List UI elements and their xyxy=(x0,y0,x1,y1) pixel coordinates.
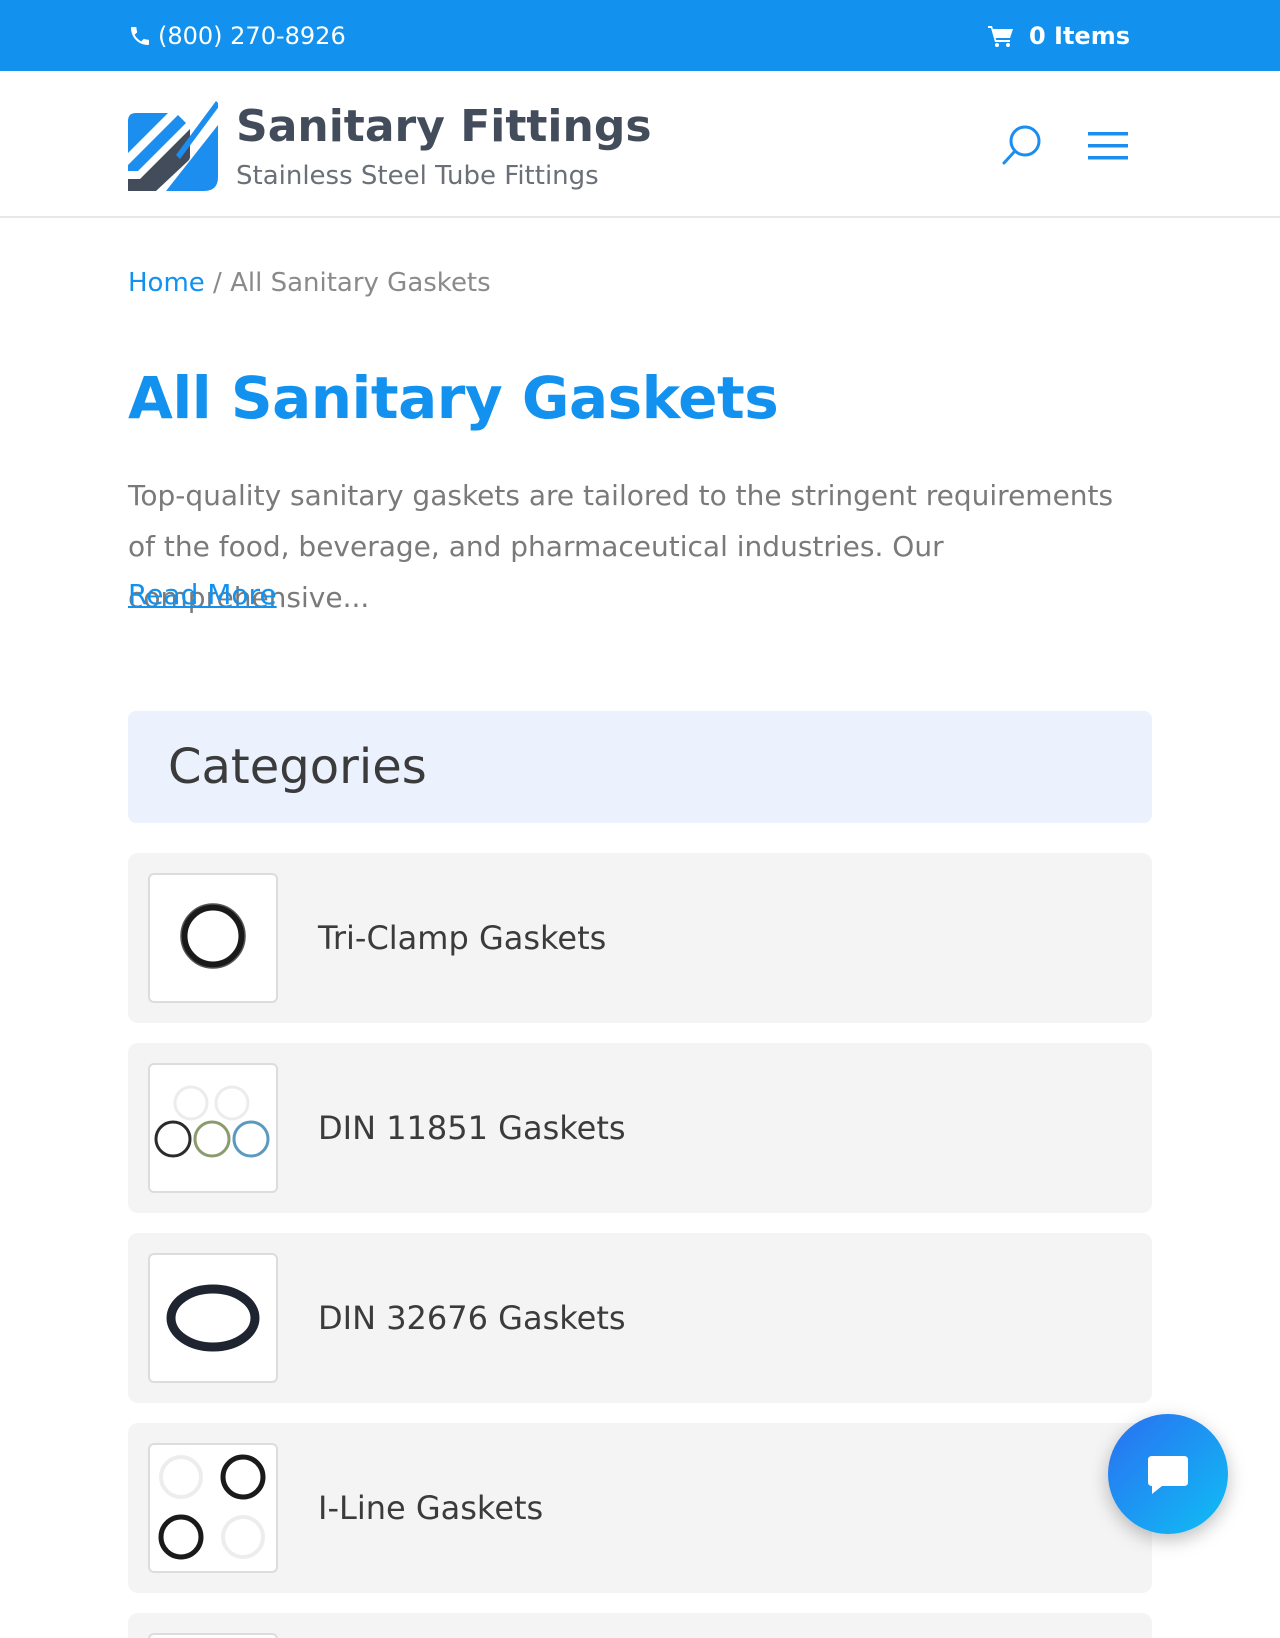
phone-link[interactable]: (800) 270-8926 xyxy=(128,0,346,71)
category-thumbnail[interactable] xyxy=(148,1443,278,1573)
breadcrumb: Home / All Sanitary Gaskets xyxy=(128,268,491,298)
category-thumbnail[interactable] xyxy=(148,1253,278,1383)
brand-tagline: Stainless Steel Tube Fittings xyxy=(236,161,599,191)
logo-icon[interactable] xyxy=(128,95,218,191)
category-thumbnail[interactable] xyxy=(148,1633,278,1638)
categories-heading: Categories xyxy=(168,739,427,795)
read-more-link[interactable]: Read More xyxy=(128,578,277,611)
category-item-din-11851[interactable]: DIN 11851 Gaskets xyxy=(128,1043,1152,1213)
breadcrumb-home[interactable]: Home xyxy=(128,268,205,298)
search-icon[interactable] xyxy=(1000,123,1044,167)
phone-number[interactable]: (800) 270-8926 xyxy=(158,22,346,50)
category-item-partial[interactable] xyxy=(128,1613,1152,1638)
brand-name[interactable]: Sanitary Fittings xyxy=(236,101,652,152)
chat-button[interactable] xyxy=(1108,1414,1228,1534)
category-label[interactable]: Tri-Clamp Gaskets xyxy=(318,853,606,1023)
multicolor-o-rings-icon xyxy=(154,1085,270,1158)
shopping-cart-icon xyxy=(987,25,1013,47)
category-label[interactable]: DIN 11851 Gaskets xyxy=(318,1043,626,1213)
chat-bubble-icon xyxy=(1148,1456,1188,1494)
category-label[interactable]: DIN 32676 Gaskets xyxy=(318,1233,626,1403)
hamburger-menu-icon[interactable] xyxy=(1086,129,1130,163)
intro-text: Top-quality sanitary gaskets are tailore… xyxy=(128,479,1114,614)
black-o-ring-icon xyxy=(180,903,246,969)
categories-header: Categories xyxy=(128,711,1152,823)
four-o-rings-icon xyxy=(158,1454,266,1560)
top-bar: (800) 270-8926 0 Items xyxy=(0,0,1280,71)
breadcrumb-current: All Sanitary Gaskets xyxy=(230,268,491,298)
category-thumbnail[interactable] xyxy=(148,873,278,1003)
category-thumbnail[interactable] xyxy=(148,1063,278,1193)
page-title: All Sanitary Gaskets xyxy=(128,364,779,432)
phone-icon xyxy=(131,26,149,45)
oval-gasket-icon xyxy=(166,1284,260,1352)
site-header: Sanitary Fittings Stainless Steel Tube F… xyxy=(0,71,1280,218)
category-label[interactable]: I-Line Gaskets xyxy=(318,1423,543,1593)
category-item-din-32676[interactable]: DIN 32676 Gaskets xyxy=(128,1233,1152,1403)
breadcrumb-separator: / xyxy=(204,268,231,298)
category-item-tri-clamp[interactable]: Tri-Clamp Gaskets xyxy=(128,853,1152,1023)
category-item-i-line[interactable]: I-Line Gaskets xyxy=(128,1423,1152,1593)
cart-link[interactable]: 0 Items xyxy=(987,0,1130,71)
cart-count[interactable]: 0 Items xyxy=(1029,22,1130,50)
